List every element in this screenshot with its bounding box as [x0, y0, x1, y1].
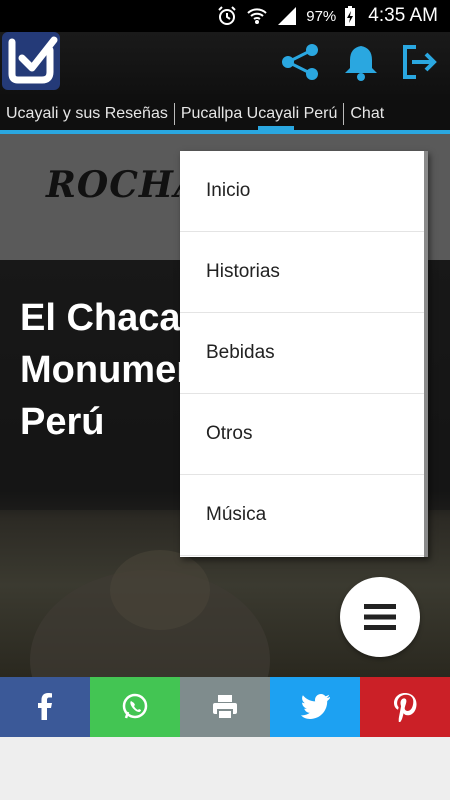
whatsapp-icon [122, 693, 148, 719]
print-share-button[interactable] [180, 677, 270, 737]
page-bottom-area [0, 737, 450, 800]
facebook-share-button[interactable] [0, 677, 90, 737]
exit-icon[interactable] [398, 40, 442, 84]
bell-icon[interactable] [339, 40, 383, 84]
tab-strip: Ucayali y sus Reseñas Pucallpa Ucayali P… [0, 94, 450, 134]
battery-percent: 97% [306, 7, 337, 25]
share-bar [0, 677, 450, 737]
menu-item-bebidas[interactable]: Bebidas [180, 313, 428, 394]
signal-icon [278, 7, 297, 25]
menu-dropdown: Inicio Historias Bebidas Otros Música [180, 151, 428, 557]
battery-charging-icon [345, 6, 356, 26]
menu-item-inicio[interactable]: Inicio [180, 151, 428, 232]
menu-icon [364, 604, 396, 630]
share-icon[interactable] [278, 40, 322, 84]
twitter-share-button[interactable] [270, 677, 360, 737]
pinterest-share-button[interactable] [360, 677, 450, 737]
menu-scrollbar[interactable] [424, 151, 428, 557]
whatsapp-share-button[interactable] [90, 677, 180, 737]
pinterest-icon [394, 693, 417, 722]
clock: 4:35 AM [368, 5, 438, 26]
menu-item-historias[interactable]: Historias [180, 232, 428, 313]
tab-ucayali-resenas[interactable]: Ucayali y sus Reseñas [0, 94, 174, 134]
menu-item-otros[interactable]: Otros [180, 394, 428, 475]
tab-chat[interactable]: Chat [344, 94, 390, 134]
wifi-icon [247, 8, 267, 24]
app-logo-check-icon[interactable] [2, 32, 60, 90]
alarm-icon [218, 6, 236, 25]
menu-fab-button[interactable] [340, 577, 420, 657]
status-bar: 97% 4:35 AM [0, 0, 450, 32]
menu-item-musica[interactable]: Música [180, 475, 428, 556]
facebook-icon [38, 693, 52, 720]
app-bar [0, 32, 450, 94]
twitter-icon [300, 694, 330, 719]
print-icon [213, 695, 237, 720]
